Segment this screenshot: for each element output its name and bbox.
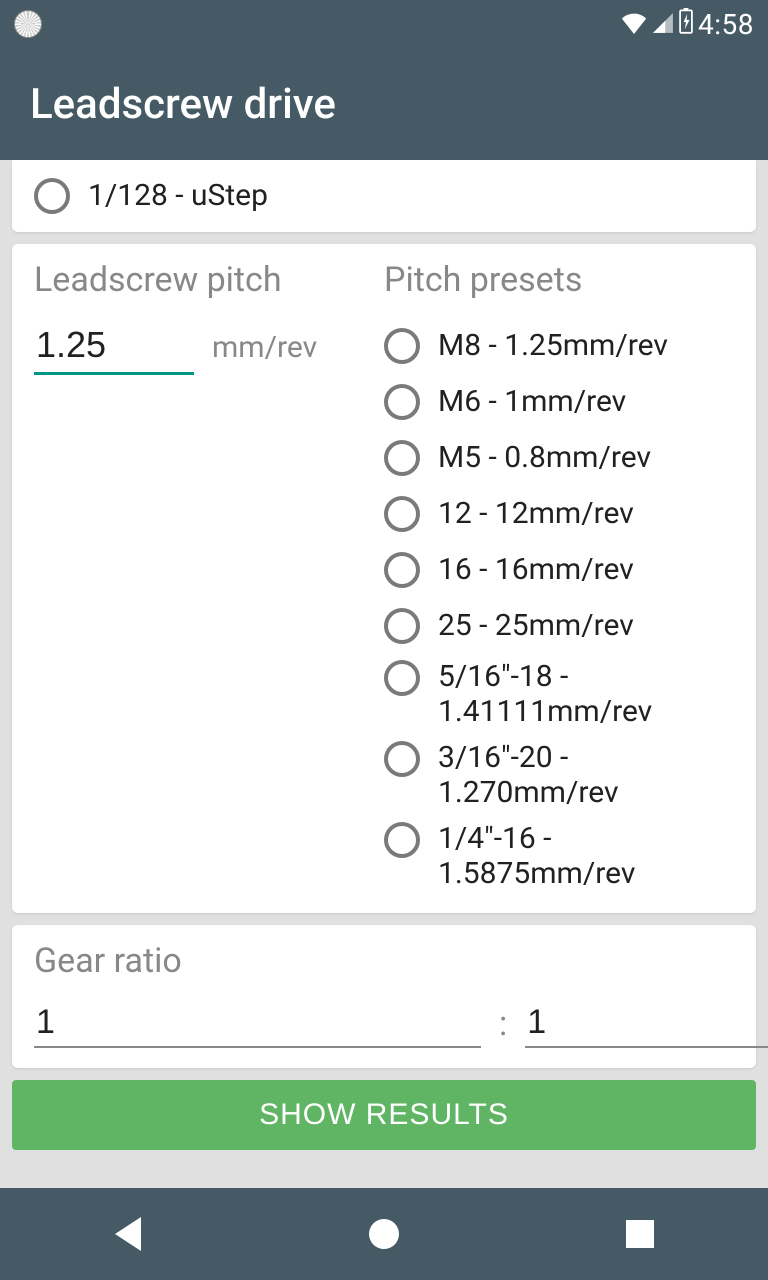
preset-label: 12 - 12mm/rev	[438, 497, 634, 532]
pitch-input[interactable]	[34, 318, 194, 375]
preset-option[interactable]: 1/4"-16 - 1.5875mm/rev	[384, 816, 734, 897]
preset-label: 3/16"-20 - 1.270mm/rev	[438, 741, 734, 810]
back-icon	[115, 1217, 141, 1251]
preset-label: M5 - 0.8mm/rev	[438, 441, 651, 476]
preset-option[interactable]: M5 - 0.8mm/rev	[384, 430, 734, 486]
battery-charging-icon	[678, 8, 694, 41]
wifi-icon	[620, 8, 648, 41]
recent-icon	[626, 1220, 654, 1248]
preset-option[interactable]: M8 - 1.25mm/rev	[384, 318, 734, 374]
ustep-option-row[interactable]: 1/128 - uStep	[34, 174, 734, 218]
ustep-card: 1/128 - uStep	[12, 160, 756, 232]
radio-unchecked-icon	[384, 741, 420, 777]
back-button[interactable]	[108, 1214, 148, 1254]
preset-label: 1/4"-16 - 1.5875mm/rev	[438, 822, 734, 891]
radio-unchecked-icon	[384, 384, 420, 420]
preset-option[interactable]: 3/16"-20 - 1.270mm/rev	[384, 735, 734, 816]
preset-label: M8 - 1.25mm/rev	[438, 329, 668, 364]
gear-right-input[interactable]	[525, 999, 768, 1048]
content-area: 1/128 - uStep Leadscrew pitch mm/rev Pit…	[0, 160, 768, 1188]
radio-unchecked-icon	[384, 440, 420, 476]
gear-left-input[interactable]	[34, 999, 481, 1048]
pitch-card: Leadscrew pitch mm/rev Pitch presets M8 …	[12, 244, 756, 913]
pitch-unit: mm/rev	[212, 330, 317, 365]
recent-button[interactable]	[620, 1214, 660, 1254]
status-clock: 4:58	[698, 8, 754, 41]
radio-unchecked-icon	[384, 496, 420, 532]
preset-option[interactable]: 25 - 25mm/rev	[384, 598, 734, 654]
radio-unchecked-icon	[384, 552, 420, 588]
status-bar: 4:58	[0, 0, 768, 48]
app-bar: Leadscrew drive	[0, 48, 768, 160]
home-button[interactable]	[364, 1214, 404, 1254]
preset-option[interactable]: 12 - 12mm/rev	[384, 486, 734, 542]
radio-unchecked-icon	[384, 660, 420, 696]
radio-unchecked-icon	[384, 822, 420, 858]
show-results-button[interactable]: SHOW RESULTS	[12, 1080, 756, 1150]
radio-unchecked-icon	[384, 608, 420, 644]
preset-label: 16 - 16mm/rev	[438, 553, 634, 588]
app-spinner-icon	[14, 10, 42, 38]
gear-ratio-separator: :	[499, 1004, 507, 1044]
preset-label: M6 - 1mm/rev	[438, 385, 626, 420]
preset-label: 5/16"-18 - 1.41111mm/rev	[438, 660, 734, 729]
preset-option[interactable]: 16 - 16mm/rev	[384, 542, 734, 598]
radio-unchecked-icon	[34, 178, 70, 214]
radio-unchecked-icon	[384, 328, 420, 364]
gear-label: Gear ratio	[34, 941, 734, 981]
pitch-label: Leadscrew pitch	[34, 260, 374, 300]
preset-option[interactable]: 5/16"-18 - 1.41111mm/rev	[384, 654, 734, 735]
ustep-option-label: 1/128 - uStep	[88, 179, 268, 214]
pitch-presets-label: Pitch presets	[384, 260, 734, 300]
preset-option[interactable]: M6 - 1mm/rev	[384, 374, 734, 430]
pitch-presets-list: M8 - 1.25mm/rev M6 - 1mm/rev M5 - 0.8mm/…	[384, 318, 734, 897]
gear-card: Gear ratio :	[12, 925, 756, 1068]
navigation-bar	[0, 1188, 768, 1280]
home-icon	[369, 1219, 399, 1249]
preset-label: 25 - 25mm/rev	[438, 609, 634, 644]
cell-signal-icon	[652, 8, 674, 41]
page-title: Leadscrew drive	[30, 80, 336, 129]
